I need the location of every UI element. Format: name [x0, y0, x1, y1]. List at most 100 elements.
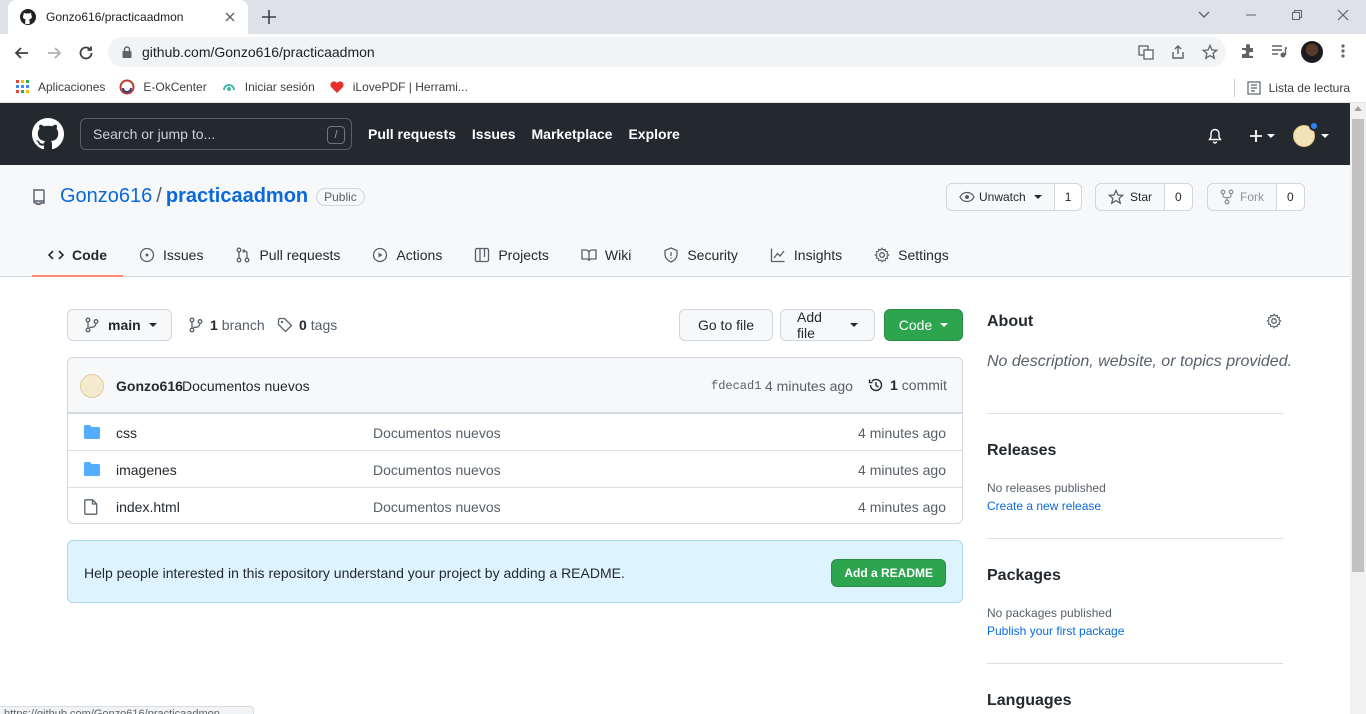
star-count[interactable]: 0 — [1165, 183, 1193, 211]
bookmark-star-icon[interactable] — [1202, 44, 1218, 60]
star-button[interactable]: Star — [1095, 183, 1166, 211]
nav-pull-requests[interactable]: Pull requests — [368, 126, 456, 142]
tab-actions[interactable]: Actions — [356, 233, 458, 277]
search-placeholder: Search or jump to... — [93, 126, 216, 142]
commit-message[interactable]: Documentos nuevos — [182, 378, 310, 394]
lock-icon[interactable] — [122, 46, 132, 58]
restore-window-icon[interactable] — [1274, 0, 1320, 30]
tab-search-chevron-icon[interactable] — [1197, 7, 1211, 21]
file-name[interactable]: css — [116, 425, 137, 441]
tab-settings[interactable]: Settings — [858, 233, 965, 277]
star-label: Star — [1130, 190, 1153, 204]
fork-label: Fork — [1240, 190, 1264, 204]
address-bar[interactable]: github.com/Gonzo616/practicaadmon — [108, 37, 1226, 67]
tab-projects[interactable]: Projects — [458, 233, 565, 277]
profile-avatar[interactable] — [1301, 41, 1323, 63]
tag-count: 0 — [299, 317, 307, 333]
notifications-bell-icon[interactable] — [1207, 128, 1223, 144]
fork-count[interactable]: 0 — [1277, 183, 1305, 211]
tab-wiki[interactable]: Wiki — [565, 233, 647, 277]
unwatch-button[interactable]: Unwatch — [946, 183, 1055, 211]
commit-time: 4 minutes ago — [765, 378, 853, 394]
packages-heading[interactable]: Packages — [987, 567, 1061, 585]
publish-package-link[interactable]: Publish your first package — [987, 624, 1124, 638]
tab-insights[interactable]: Insights — [754, 233, 858, 277]
bookmark-label: Iniciar sesión — [244, 79, 315, 94]
tags-link[interactable]: 0 tags — [277, 317, 337, 333]
bookmark-ilovepdf[interactable]: iLovePDF | Herrami... — [329, 79, 468, 95]
share-icon[interactable] — [1170, 44, 1186, 60]
file-row[interactable]: css Documentos nuevos 4 minutes ago — [68, 413, 962, 450]
back-arrow-icon[interactable] — [12, 43, 32, 63]
github-header: Search or jump to... / Pull requests Iss… — [0, 103, 1350, 165]
bookmark-eokcenter[interactable]: E-OkCenter — [119, 79, 207, 95]
forward-arrow-icon[interactable] — [44, 43, 64, 63]
visibility-badge: Public — [316, 187, 365, 206]
repo-name-link[interactable]: practicaadmon — [166, 185, 308, 208]
file-commit-message[interactable]: Documentos nuevos — [373, 462, 501, 478]
github-logo-icon[interactable] — [32, 118, 64, 150]
tab-code[interactable]: Code — [32, 233, 123, 277]
create-new-dropdown[interactable] — [1249, 129, 1275, 143]
close-tab-icon[interactable] — [222, 9, 238, 25]
add-file-button[interactable]: Add file — [780, 309, 875, 341]
file-name[interactable]: index.html — [116, 499, 180, 515]
reload-icon[interactable] — [76, 43, 96, 63]
chevron-down-icon — [148, 323, 157, 327]
nav-marketplace[interactable]: Marketplace — [532, 126, 613, 142]
branch-select-button[interactable]: main — [67, 309, 172, 341]
commit-author[interactable]: Gonzo616 — [116, 378, 183, 394]
create-release-link[interactable]: Create a new release — [987, 499, 1101, 513]
commit-history-link[interactable]: 1 commit — [868, 377, 947, 393]
bookmark-apps[interactable]: Aplicaciones — [16, 79, 105, 94]
star-icon — [1108, 189, 1124, 205]
folder-icon — [84, 425, 100, 439]
fork-button[interactable]: Fork — [1207, 183, 1277, 211]
reading-list[interactable]: Lista de lectura — [1233, 79, 1350, 97]
bookmark-iniciar-sesion[interactable]: Iniciar sesión — [221, 79, 315, 95]
gear-icon — [874, 247, 890, 263]
tab-security[interactable]: Security — [647, 233, 754, 277]
commit-sha[interactable]: fdecad1 — [711, 379, 761, 393]
translate-icon[interactable] — [1138, 44, 1154, 60]
nav-issues[interactable]: Issues — [472, 126, 516, 142]
file-commit-message[interactable]: Documentos nuevos — [373, 425, 501, 441]
fork-icon — [1220, 189, 1234, 205]
github-search-input[interactable]: Search or jump to... / — [80, 118, 352, 150]
about-description: No description, website, or topics provi… — [987, 353, 1293, 370]
packages-empty-text: No packages published — [987, 606, 1112, 620]
table-icon — [474, 247, 490, 263]
scroll-up-arrow-icon[interactable] — [1354, 106, 1362, 111]
go-to-file-button[interactable]: Go to file — [679, 309, 773, 341]
add-readme-button[interactable]: Add a README — [831, 559, 946, 587]
scrollbar-thumb[interactable] — [1352, 119, 1364, 572]
tab-pull-requests[interactable]: Pull requests — [219, 233, 356, 277]
watch-count[interactable]: 1 — [1054, 183, 1083, 211]
repo-owner-link[interactable]: Gonzo616 — [60, 185, 152, 208]
bookmarks-bar: Aplicaciones E-OkCenter Iniciar sesión i… — [0, 71, 1366, 103]
close-window-icon[interactable] — [1320, 0, 1366, 30]
author-avatar[interactable] — [80, 374, 104, 398]
tab-issues[interactable]: Issues — [123, 233, 219, 277]
file-row[interactable]: index.html Documentos nuevos 4 minutes a… — [68, 487, 962, 523]
browser-tab[interactable]: Gonzo616/practicaadmon — [8, 0, 248, 34]
tag-word: tags — [310, 317, 338, 333]
nav-explore[interactable]: Explore — [628, 126, 679, 142]
gear-icon[interactable] — [1266, 313, 1282, 329]
branches-link[interactable]: 1 branch — [188, 317, 265, 333]
minimize-window-icon[interactable] — [1228, 0, 1274, 30]
media-queue-icon[interactable] — [1271, 43, 1287, 59]
file-row[interactable]: imagenes Documentos nuevos 4 minutes ago — [68, 450, 962, 487]
releases-empty-text: No releases published — [987, 481, 1106, 495]
tab-title: Gonzo616/practicaadmon — [46, 10, 184, 24]
user-menu-dropdown[interactable] — [1293, 121, 1329, 147]
code-dropdown-button[interactable]: Code — [884, 309, 963, 341]
new-tab-icon[interactable] — [260, 8, 278, 26]
login-favicon-icon — [221, 79, 237, 95]
releases-heading[interactable]: Releases — [987, 442, 1056, 460]
extensions-icon[interactable] — [1240, 43, 1256, 59]
file-commit-message[interactable]: Documentos nuevos — [373, 499, 501, 515]
browser-menu-icon[interactable] — [1340, 43, 1346, 59]
file-name[interactable]: imagenes — [116, 462, 177, 478]
sidebar-divider — [987, 538, 1283, 539]
